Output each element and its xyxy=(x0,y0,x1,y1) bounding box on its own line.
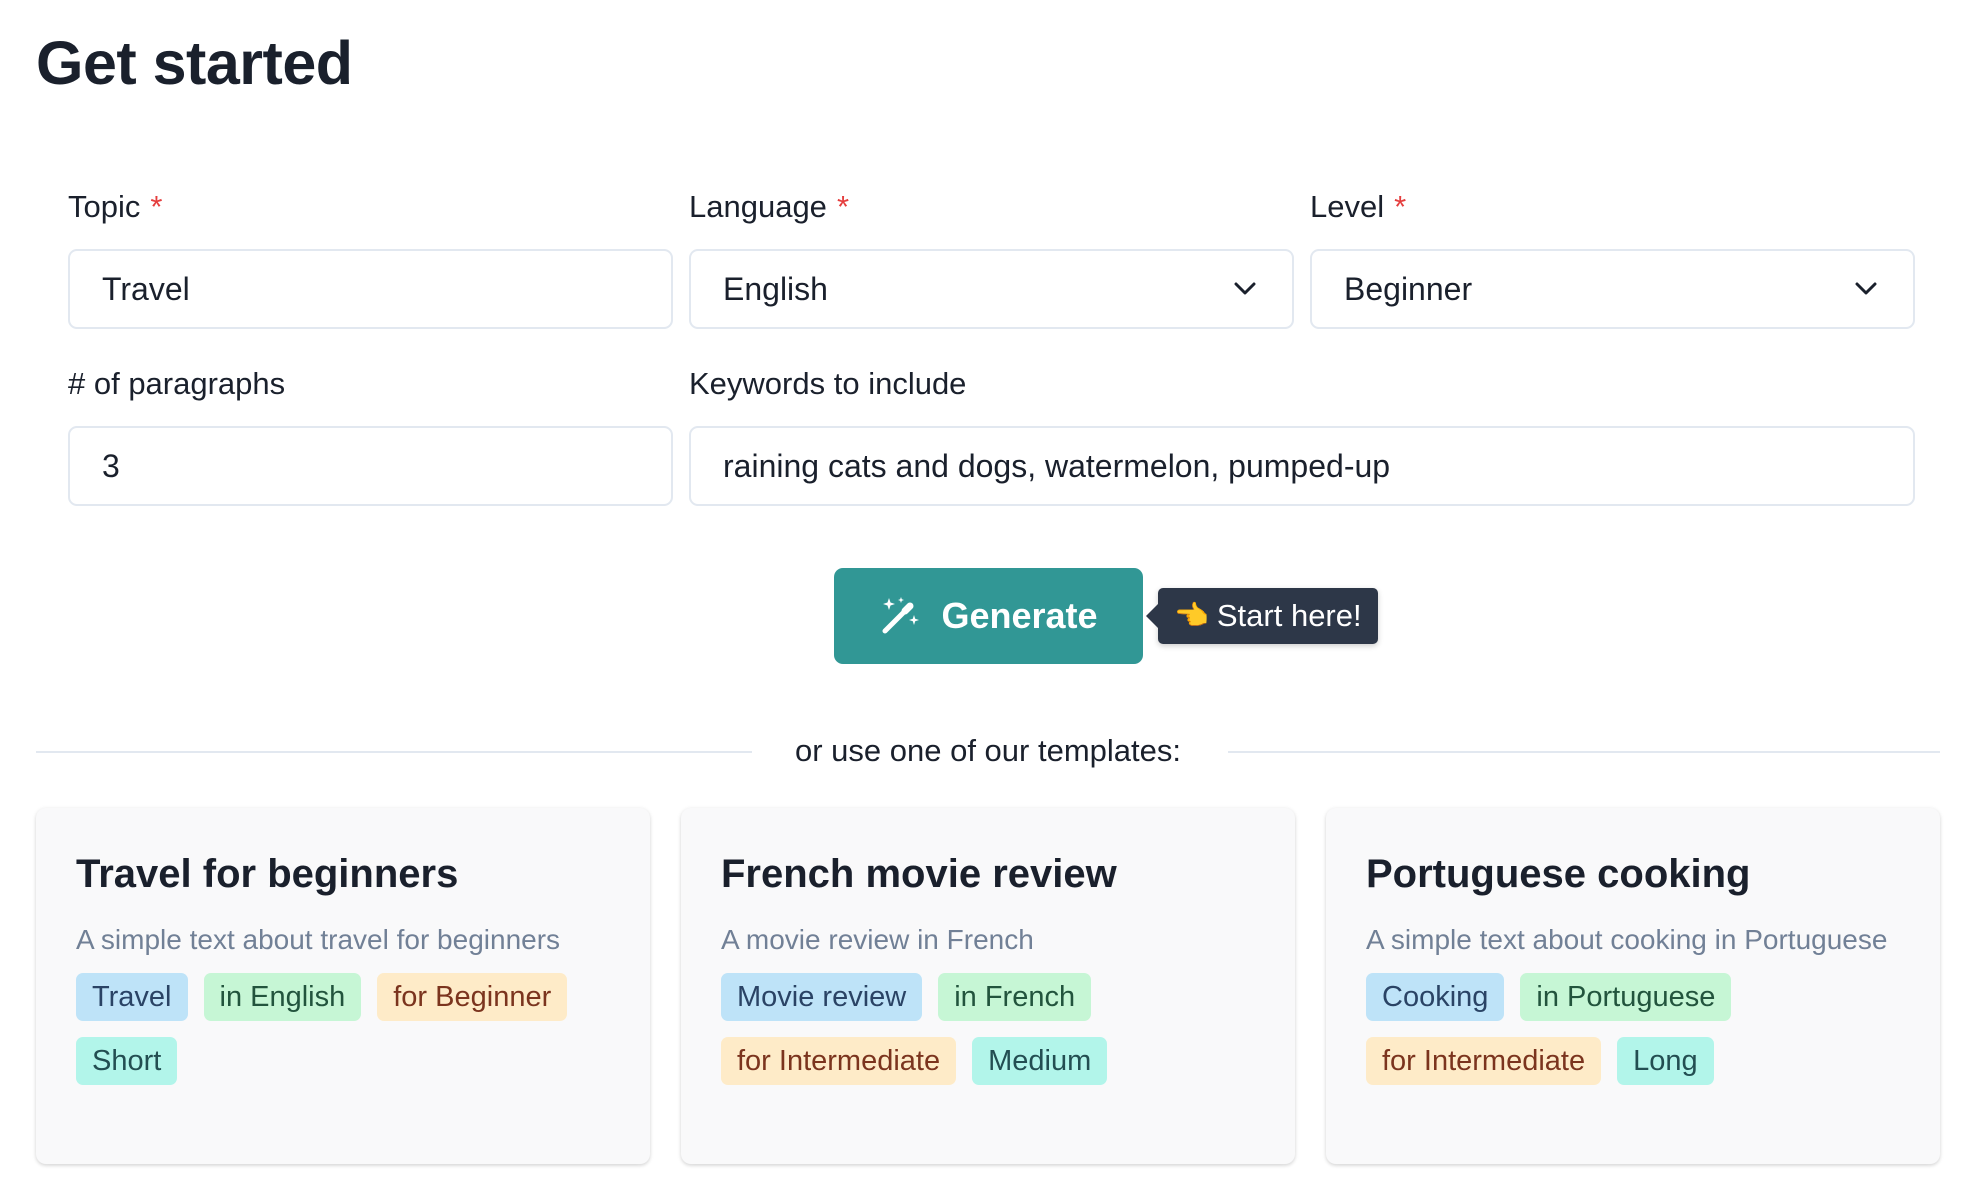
tag-language: in Portuguese xyxy=(1520,973,1732,1021)
tag-length: Short xyxy=(76,1037,178,1085)
card-tags: Travel in English for Beginner Short xyxy=(76,973,610,1085)
tag-language: in English xyxy=(203,973,362,1021)
level-select-value: Beginner xyxy=(1344,270,1473,307)
templates-divider-text: or use one of our templates: xyxy=(764,733,1211,768)
language-label: Language * xyxy=(689,189,849,225)
magic-wand-icon xyxy=(879,595,921,637)
required-mark: * xyxy=(150,189,163,224)
card-description: A movie review in French xyxy=(721,924,1034,955)
templates-divider: or use one of our templates: xyxy=(0,733,1976,769)
language-select-value: English xyxy=(723,270,828,307)
template-card-travel[interactable]: Travel for beginners A simple text about… xyxy=(36,808,650,1164)
card-title: French movie review xyxy=(721,852,1117,896)
paragraphs-label-text: # of paragraphs xyxy=(68,366,286,401)
page: Get started Topic * Travel Language * Engl… xyxy=(0,0,1976,1202)
topic-label: Topic * xyxy=(68,189,162,225)
topic-label-text: Topic xyxy=(68,189,141,224)
language-label-text: Language xyxy=(689,189,827,224)
language-select[interactable]: English xyxy=(689,249,1294,329)
card-tags: Cooking in Portuguese for Intermediate L… xyxy=(1366,973,1900,1085)
start-here-tooltip: 👈 Start here! xyxy=(1146,588,1378,644)
tag-language: in French xyxy=(938,973,1092,1021)
paragraphs-input[interactable]: 3 xyxy=(68,426,673,506)
card-title: Travel for beginners xyxy=(76,852,459,896)
template-card-portuguese-cooking[interactable]: Portuguese cooking A simple text about c… xyxy=(1326,808,1940,1164)
level-select[interactable]: Beginner xyxy=(1310,249,1915,329)
chevron-down-icon xyxy=(1230,274,1260,304)
level-label: Level * xyxy=(1310,189,1406,225)
tag-level: for Beginner xyxy=(377,973,568,1021)
keywords-label: Keywords to include xyxy=(689,366,966,402)
tag-topic: Travel xyxy=(76,973,188,1021)
generate-button[interactable]: Generate xyxy=(834,568,1143,664)
page-title: Get started xyxy=(36,29,353,97)
paragraphs-label: # of paragraphs xyxy=(68,366,285,402)
keywords-label-text: Keywords to include xyxy=(689,366,967,401)
tag-topic: Cooking xyxy=(1366,973,1505,1021)
tag-length: Long xyxy=(1617,1037,1714,1085)
level-label-text: Level xyxy=(1310,189,1385,224)
tag-level: for Intermediate xyxy=(1366,1037,1602,1085)
template-card-french-movie[interactable]: French movie review A movie review in Fr… xyxy=(681,808,1295,1164)
card-description: A simple text about travel for beginners xyxy=(76,924,561,955)
topic-input-value: Travel xyxy=(102,270,190,307)
tag-topic: Movie review xyxy=(721,973,923,1021)
chevron-down-icon xyxy=(1851,274,1881,304)
tooltip-text: Start here! xyxy=(1216,598,1362,633)
required-mark: * xyxy=(836,189,850,224)
keywords-input[interactable]: raining cats and dogs, watermelon, pumpe… xyxy=(689,426,1915,506)
card-title: Portuguese cooking xyxy=(1366,852,1751,896)
tag-level: for Intermediate xyxy=(721,1037,957,1085)
card-tags: Movie review in French for Intermediate … xyxy=(721,973,1255,1085)
tag-length: Medium xyxy=(972,1037,1108,1085)
paragraphs-input-value: 3 xyxy=(102,447,120,484)
card-description: A simple text about cooking in Portugues… xyxy=(1366,924,1888,955)
topic-input[interactable]: Travel xyxy=(68,249,673,329)
keywords-input-value: raining cats and dogs, watermelon, pumpe… xyxy=(723,447,1391,484)
required-mark: * xyxy=(1394,189,1407,224)
generate-button-label: Generate xyxy=(941,595,1098,636)
pointing-hand-icon: 👈 xyxy=(1174,600,1209,631)
